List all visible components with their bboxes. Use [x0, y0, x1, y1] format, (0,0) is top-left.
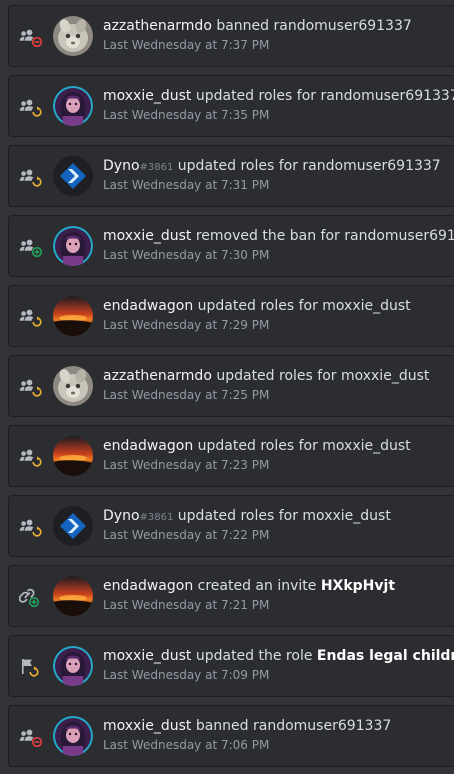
- avatar[interactable]: [53, 436, 93, 476]
- avatar[interactable]: [53, 16, 93, 56]
- entry-summary: Dyno#3861 updated roles for randomuser69…: [103, 157, 441, 177]
- members-update-icon: [19, 447, 43, 467]
- action-text: removed the ban for randomuser691337: [191, 228, 454, 244]
- audit-log-entry[interactable]: moxxie_dust updated roles for randomuser…: [8, 75, 454, 137]
- action-text: updated roles for moxxie_dust: [193, 438, 411, 454]
- username[interactable]: Dyno: [103, 158, 140, 174]
- audit-log-entry[interactable]: azzathenarmdo banned randomuser691337 Las…: [8, 5, 454, 67]
- members-update-icon: [19, 97, 43, 117]
- username[interactable]: moxxie_dust: [103, 88, 191, 104]
- username[interactable]: moxxie_dust: [103, 648, 191, 664]
- action-text: updated roles for moxxie_dust: [211, 368, 430, 384]
- entry-summary: moxxie_dust updated roles for randomuser…: [103, 87, 454, 105]
- members-update-icon: [19, 307, 43, 327]
- avatar[interactable]: [53, 506, 93, 546]
- action-text: banned randomuser691337: [191, 718, 392, 734]
- timestamp: Last Wednesday at 7:25 PM: [103, 388, 270, 402]
- username[interactable]: azzathenarmdo: [103, 368, 212, 384]
- audit-log-entry[interactable]: endadwagon updated roles for moxxie_dust…: [8, 285, 454, 347]
- timestamp: Last Wednesday at 7:09 PM: [103, 668, 270, 682]
- entry-summary: moxxie_dust removed the ban for randomus…: [103, 227, 454, 245]
- username[interactable]: endadwagon: [103, 578, 193, 594]
- audit-log-entry[interactable]: endadwagon created an invite HXkpHvjt Las…: [8, 565, 454, 627]
- target-name: HXkpHvjt: [320, 578, 396, 594]
- members-update-icon: [19, 167, 43, 187]
- invite-create-icon: [18, 587, 43, 608]
- audit-log-entry[interactable]: Dyno#3861 updated roles for randomuser69…: [8, 145, 454, 207]
- action-text: updated roles for moxxie_dust: [193, 298, 411, 314]
- target-name: Endas legal children: [316, 648, 454, 664]
- timestamp: Last Wednesday at 7:21 PM: [103, 598, 270, 612]
- avatar[interactable]: [53, 576, 93, 616]
- discriminator: #3861: [139, 162, 174, 173]
- timestamp: Last Wednesday at 7:30 PM: [103, 248, 270, 262]
- timestamp: Last Wednesday at 7:29 PM: [103, 318, 270, 332]
- audit-log-entry[interactable]: moxxie_dust updated the role Endas legal…: [8, 635, 454, 697]
- action-text: banned randomuser691337: [211, 18, 412, 34]
- timestamp: Last Wednesday at 7:06 PM: [103, 738, 270, 752]
- timestamp: Last Wednesday at 7:23 PM: [103, 458, 270, 472]
- entry-summary: moxxie_dust banned randomuser691337: [103, 717, 391, 735]
- username[interactable]: endadwagon: [103, 438, 193, 454]
- audit-log-entry[interactable]: Dyno#3861 updated roles for moxxie_dust L…: [8, 495, 454, 557]
- timestamp: Last Wednesday at 7:22 PM: [103, 528, 270, 542]
- audit-log-entry[interactable]: moxxie_dust removed the ban for randomus…: [8, 215, 454, 277]
- members-update-icon: [19, 377, 43, 397]
- members-ban-icon: [19, 727, 43, 748]
- audit-log-list: azzathenarmdo banned randomuser691337 Las…: [0, 0, 454, 774]
- username[interactable]: azzathenarmdo: [103, 18, 212, 34]
- role-update-icon: [19, 657, 43, 677]
- username[interactable]: moxxie_dust: [103, 718, 191, 734]
- avatar[interactable]: [53, 296, 93, 336]
- username[interactable]: moxxie_dust: [103, 228, 191, 244]
- audit-log-entry[interactable]: endadwagon updated roles for moxxie_dust…: [8, 425, 454, 487]
- entry-summary: endadwagon updated roles for moxxie_dust: [103, 437, 411, 455]
- timestamp: Last Wednesday at 7:35 PM: [103, 108, 270, 122]
- action-text: updated roles for moxxie_dust: [173, 508, 391, 524]
- username[interactable]: endadwagon: [103, 298, 193, 314]
- avatar[interactable]: [53, 156, 93, 196]
- avatar[interactable]: [53, 366, 93, 406]
- discriminator: #3861: [139, 512, 174, 523]
- entry-summary: Dyno#3861 updated roles for moxxie_dust: [103, 507, 391, 527]
- entry-summary: azzathenarmdo banned randomuser691337: [103, 17, 412, 35]
- timestamp: Last Wednesday at 7:31 PM: [103, 178, 270, 192]
- avatar[interactable]: [53, 86, 93, 126]
- action-text: created an invite: [193, 578, 321, 594]
- members-update-icon: [19, 517, 43, 537]
- action-text: updated roles for randomuser691337: [191, 88, 454, 104]
- entry-summary: azzathenarmdo updated roles for moxxie_d…: [103, 367, 429, 385]
- username[interactable]: Dyno: [103, 508, 140, 524]
- audit-log-entry[interactable]: azzathenarmdo updated roles for moxxie_d…: [8, 355, 454, 417]
- avatar[interactable]: [53, 646, 93, 686]
- action-text: updated the role: [191, 648, 317, 664]
- timestamp: Last Wednesday at 7:37 PM: [103, 38, 270, 52]
- action-text: updated roles for randomuser691337: [173, 158, 441, 174]
- avatar[interactable]: [53, 226, 93, 266]
- entry-summary: endadwagon created an invite HXkpHvjt: [103, 577, 395, 595]
- entry-summary: moxxie_dust updated the role Endas legal…: [103, 647, 454, 665]
- members-ban-icon: [19, 27, 43, 48]
- avatar[interactable]: [53, 716, 93, 756]
- members-add-icon: [19, 237, 43, 258]
- entry-summary: endadwagon updated roles for moxxie_dust: [103, 297, 411, 315]
- audit-log-entry[interactable]: moxxie_dust banned randomuser691337 Last …: [8, 705, 454, 767]
